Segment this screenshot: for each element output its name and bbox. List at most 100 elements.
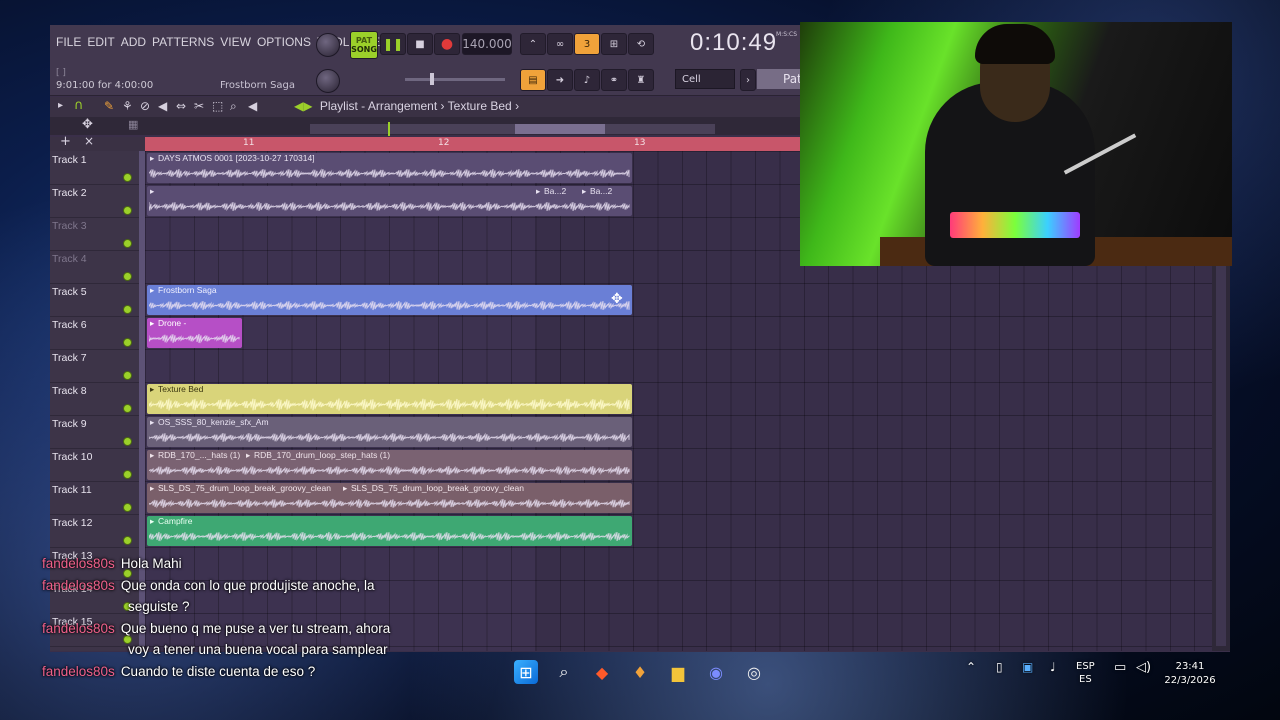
channel-rack-icon[interactable]: ➜ xyxy=(547,69,573,91)
audio-clip[interactable]: Frostborn Saga xyxy=(147,285,632,315)
tempo-display[interactable]: 140.000 xyxy=(462,33,512,55)
track-enable-led[interactable] xyxy=(123,338,132,347)
hint-bar-text: 9:01:00 for 4:00:00 xyxy=(56,80,154,91)
snap-select[interactable]: Cell xyxy=(675,69,735,89)
menu-item[interactable]: OPTIONS xyxy=(257,35,311,49)
audio-clip[interactable]: Texture Bed xyxy=(147,384,632,414)
add-track-icon[interactable]: + xyxy=(60,134,71,149)
mic-tray-icon[interactable]: ♩ xyxy=(1050,660,1056,674)
select-icon[interactable]: ⬚ xyxy=(212,99,223,113)
horizontal-scroll[interactable] xyxy=(310,122,715,136)
track-header[interactable]: Track 8 xyxy=(50,382,145,416)
audio-clip[interactable]: OS_SSS_80_kenzie_sfx_Am xyxy=(147,417,632,447)
track-header[interactable]: Track 3 xyxy=(50,217,145,251)
track-header[interactable]: Track 4 xyxy=(50,250,145,284)
audio-clip[interactable]: RDB_170_..._hats (1)RDB_170_drum_loop_st… xyxy=(147,450,632,480)
move-icon[interactable]: ✥ xyxy=(82,117,93,132)
clip-waveform xyxy=(149,498,630,509)
usb-icon[interactable]: ▯ xyxy=(996,660,1003,674)
menu-item[interactable]: PATTERNS xyxy=(152,35,214,49)
track-enable-led[interactable] xyxy=(123,503,132,512)
track-name: Track 2 xyxy=(52,187,87,199)
track-header[interactable]: Track 6 xyxy=(50,316,145,350)
grid-icon[interactable]: ▦ xyxy=(128,118,138,131)
track-enable-led[interactable] xyxy=(123,404,132,413)
audio-clip[interactable]: DAYS ATMOS 0001 [2023-10-27 170314] xyxy=(147,153,632,183)
track-enable-led[interactable] xyxy=(123,272,132,281)
clip-label: Campfire xyxy=(149,516,632,527)
track-header[interactable]: Track 9 xyxy=(50,415,145,449)
mute-icon[interactable]: ◀ xyxy=(158,99,167,113)
search-icon[interactable]: ⌕ xyxy=(552,660,576,684)
fl-studio-taskbar-icon[interactable]: ♦ xyxy=(628,660,652,684)
windows-start-icon[interactable]: ⊞ xyxy=(514,660,538,684)
slice-icon[interactable]: ✂ xyxy=(194,99,204,113)
metronome-icon[interactable]: ⌃ xyxy=(520,33,546,55)
pencil-icon[interactable]: ✎ xyxy=(104,99,114,113)
pat-song-toggle[interactable]: PAT SONG xyxy=(350,31,378,59)
audio-clip[interactable]: SLS_DS_75_drum_loop_break_groovy_cleanSL… xyxy=(147,483,632,513)
move-cursor-icon: ✥ xyxy=(611,291,623,307)
browser-icon[interactable]: ♜ xyxy=(628,69,654,91)
track-enable-led[interactable] xyxy=(123,470,132,479)
master-volume-slider[interactable] xyxy=(405,73,505,85)
track-header[interactable]: Track 7 xyxy=(50,349,145,383)
menu-item[interactable]: EDIT xyxy=(87,35,114,49)
paint-icon[interactable]: ⚘ xyxy=(122,99,133,113)
track-header[interactable]: Track 10 xyxy=(50,448,145,482)
tray-chevron-icon[interactable]: ⌃ xyxy=(966,660,976,674)
audio-clip[interactable]: Drone - xyxy=(147,318,242,348)
step-edit-icon[interactable]: ⊞ xyxy=(601,33,627,55)
volume-icon[interactable]: ◁) xyxy=(1136,660,1151,675)
scroll-thumb[interactable] xyxy=(515,124,605,134)
track-name: Track 1 xyxy=(52,154,87,166)
track-enable-led[interactable] xyxy=(123,305,132,314)
master-pitch-knob[interactable] xyxy=(316,69,340,93)
menu-item[interactable]: VIEW xyxy=(220,35,251,49)
file-explorer-icon[interactable]: ▆ xyxy=(666,660,690,684)
track-enable-led[interactable] xyxy=(123,536,132,545)
close-icon[interactable]: × xyxy=(84,134,94,148)
discord-icon[interactable]: ◉ xyxy=(704,660,728,684)
network-icon[interactable]: ▭ xyxy=(1114,660,1126,675)
track-enable-led[interactable] xyxy=(123,206,132,215)
clip-waveform xyxy=(149,398,630,411)
track-header[interactable]: Track 12 xyxy=(50,514,145,548)
delete-icon[interactable]: ⊘ xyxy=(140,99,150,113)
play-button[interactable]: ❚❚ xyxy=(380,33,406,55)
record-button[interactable]: ● xyxy=(434,33,460,55)
stop-button[interactable]: ■ xyxy=(407,33,433,55)
tray-app-icon[interactable]: ▣ xyxy=(1022,660,1033,674)
audio-clip[interactable]: Campfire xyxy=(147,516,632,546)
clip-waveform xyxy=(149,432,630,443)
brave-browser-icon[interactable]: ◆ xyxy=(590,660,614,684)
wait-input-icon[interactable]: ∞ xyxy=(547,33,573,55)
language-indicator[interactable]: ESP ES xyxy=(1076,660,1095,686)
playlist-icon[interactable]: ▤ xyxy=(520,69,546,91)
countdown-icon[interactable]: 3 xyxy=(574,33,600,55)
clip-label: Texture Bed xyxy=(149,384,632,395)
zoom-icon[interactable]: ⌕ xyxy=(230,99,237,114)
track-enable-led[interactable] xyxy=(123,239,132,248)
menu-item[interactable]: ADD xyxy=(121,35,146,49)
track-enable-led[interactable] xyxy=(123,371,132,380)
track-enable-led[interactable] xyxy=(123,173,132,182)
menu-item[interactable]: FILE xyxy=(56,35,81,49)
slip-icon[interactable]: ⇔ xyxy=(176,99,186,113)
clock[interactable]: 23:41 22/3/2026 xyxy=(1160,660,1220,688)
magnet-icon[interactable]: ∩ xyxy=(74,98,84,113)
track-header[interactable]: Track 2 xyxy=(50,184,145,218)
track-header[interactable]: Track 11 xyxy=(50,481,145,515)
track-header[interactable]: Track 5 xyxy=(50,283,145,317)
loop-record-icon[interactable]: ⟲ xyxy=(628,33,654,55)
track-enable-led[interactable] xyxy=(123,437,132,446)
menu-arrow-icon[interactable]: ▸ xyxy=(58,100,63,111)
mixer-icon[interactable]: ♪ xyxy=(574,69,600,91)
track-header[interactable]: Track 1 xyxy=(50,151,145,185)
snap-arrow-icon[interactable]: › xyxy=(740,69,756,91)
link-icon[interactable]: ⚭ xyxy=(601,69,627,91)
obs-icon[interactable]: ◎ xyxy=(742,660,766,684)
master-volume-knob[interactable] xyxy=(316,33,340,57)
playback-icon[interactable]: ◀ xyxy=(248,99,257,113)
audio-clip[interactable]: Ba...2Ba...2 xyxy=(147,186,632,216)
